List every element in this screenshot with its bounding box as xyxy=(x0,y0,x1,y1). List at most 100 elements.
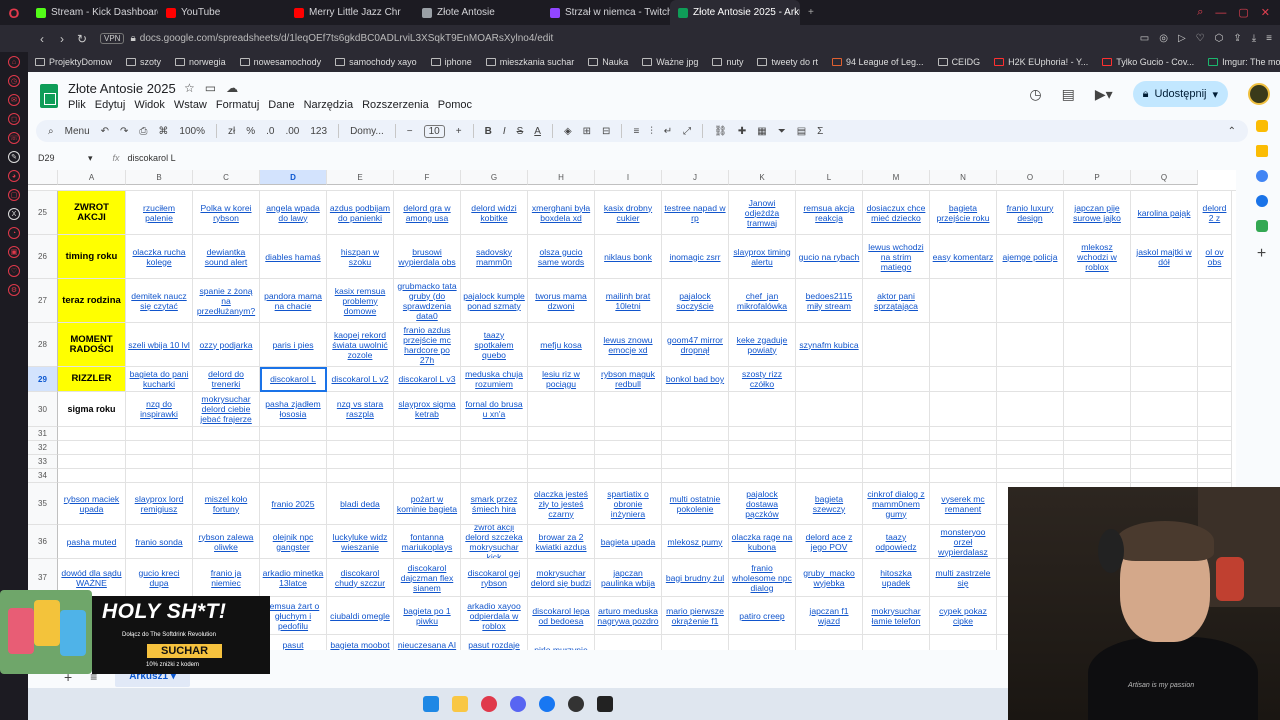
cell-n-28[interactable] xyxy=(930,323,997,367)
cell-c-26[interactable]: dewiantka sound alert xyxy=(193,235,260,279)
column-header-p[interactable]: P xyxy=(1064,170,1131,185)
font-select[interactable]: Domy... xyxy=(350,126,384,137)
play-icon[interactable]: ▷ xyxy=(1178,33,1186,44)
cell-h-33[interactable] xyxy=(528,455,595,469)
document-title[interactable]: Złote Antosie 2025 xyxy=(68,81,176,96)
bookmark-item[interactable]: Nauka xyxy=(581,57,635,67)
cell-j-33[interactable] xyxy=(662,455,729,469)
cell-c-35[interactable]: miszel koło fortuny xyxy=(193,483,260,525)
cell-f-32[interactable] xyxy=(394,441,461,455)
cell-c-34[interactable] xyxy=(193,469,260,483)
column-header-f[interactable]: F xyxy=(394,170,461,185)
cell-i-27[interactable]: mailinh brat 10letni xyxy=(595,279,662,323)
cell-g-34[interactable] xyxy=(461,469,528,483)
menu-wstaw[interactable]: Wstaw xyxy=(174,99,207,111)
cell-m-38[interactable]: mokrysuchar łamie telefon xyxy=(863,597,930,635)
cell-m-31[interactable] xyxy=(863,427,930,441)
notes-icon[interactable] xyxy=(1255,145,1268,157)
row-header-36[interactable]: 36 xyxy=(28,525,58,559)
history-icon[interactable]: ◷ xyxy=(8,75,20,87)
cell-e-34[interactable] xyxy=(327,469,394,483)
bookmark-item[interactable]: nowesamochody xyxy=(233,57,329,67)
cell-c-33[interactable] xyxy=(193,455,260,469)
search-icon[interactable]: ⌕ xyxy=(1197,6,1203,19)
cell-n-25[interactable]: bagieta przejście roku xyxy=(930,191,997,235)
chart-icon[interactable]: ▦ xyxy=(757,126,766,137)
cell-o-25[interactable]: franio luxury design xyxy=(997,191,1064,235)
cell-e-26[interactable]: hiszpan w szoku xyxy=(327,235,394,279)
cell-i-37[interactable]: japczan paulinka wbija xyxy=(595,559,662,597)
discord-icon[interactable]: ◕ xyxy=(8,170,20,182)
cell-n-39[interactable] xyxy=(930,635,997,650)
back-icon[interactable]: ‹ xyxy=(32,32,52,46)
cell-c-29[interactable]: delord do trenerki xyxy=(193,367,260,392)
valign-icon[interactable]: ⫶ xyxy=(650,126,653,137)
cell-a-32[interactable] xyxy=(58,441,126,455)
cell-n-37[interactable]: multi zastrzele się xyxy=(930,559,997,597)
filter-icon[interactable]: ⏷ xyxy=(778,126,786,137)
chevron-down-icon[interactable]: ▾ xyxy=(88,153,93,164)
cell-g-25[interactable]: delord widzi kobitke xyxy=(461,191,528,235)
row-header-29[interactable]: 29 xyxy=(28,367,58,392)
tab-zlote-antosie[interactable]: Złote Antosie xyxy=(414,0,542,25)
cell-h-31[interactable] xyxy=(528,427,595,441)
bookmark-item[interactable]: Imgur: The most a... xyxy=(1201,57,1280,67)
cell-i-32[interactable] xyxy=(595,441,662,455)
cell-m-34[interactable] xyxy=(863,469,930,483)
row-header-33[interactable]: 33 xyxy=(28,455,58,469)
cell-m-32[interactable] xyxy=(863,441,930,455)
cell-a-25[interactable]: ZWROT AKCJI xyxy=(58,191,126,235)
cell-d-25[interactable]: angela wpada do lawy xyxy=(260,191,327,235)
cell-q-26[interactable]: ol ov obs xyxy=(1198,235,1232,279)
cell-n-36[interactable]: monsteryoo orzeł wypierdalasz xyxy=(930,525,997,559)
column-header-o[interactable]: O xyxy=(997,170,1064,185)
text-color-button[interactable]: A xyxy=(534,126,541,137)
add-addon-icon[interactable]: + xyxy=(1257,245,1266,263)
cell-a-34[interactable] xyxy=(58,469,126,483)
cell-d-39[interactable]: pasut ochroniarz xyxy=(260,635,327,650)
menu-pomoc[interactable]: Pomoc xyxy=(438,99,472,111)
cell-g-36[interactable]: zwrot akcji delord szczeka mokrysuchar k… xyxy=(461,525,528,559)
cell-l-33[interactable] xyxy=(796,455,863,469)
cell-q-29[interactable] xyxy=(1198,367,1232,392)
filter-views-icon[interactable]: ▤ xyxy=(797,126,806,137)
cell-m-35[interactable]: cinkrof dialog z mamm0nem gumy xyxy=(863,483,930,525)
cell-f-33[interactable] xyxy=(394,455,461,469)
cell-i-36[interactable]: bagieta upada xyxy=(595,525,662,559)
print-icon[interactable]: ⎙ xyxy=(139,126,147,137)
search-icon[interactable]: ⌕ xyxy=(48,126,54,137)
cell-k-32[interactable] xyxy=(729,441,796,455)
cell-n-32[interactable] xyxy=(930,441,997,455)
cell-p-33[interactable] xyxy=(1064,455,1131,469)
version-history-icon[interactable]: ◷ xyxy=(1029,86,1041,103)
cell-q-33[interactable] xyxy=(1198,455,1232,469)
cell-f-29[interactable]: discokarol L v3 xyxy=(394,367,461,392)
cell-n-26[interactable]: easy komentarz xyxy=(930,235,997,279)
x-icon[interactable]: X xyxy=(8,208,20,220)
cell-b-32[interactable] xyxy=(126,441,193,455)
bookmark-item[interactable]: mieszkania suchar xyxy=(479,57,582,67)
file-explorer-icon[interactable] xyxy=(452,696,468,712)
cell-g-35[interactable]: smark przez śmiech hira xyxy=(461,483,528,525)
bold-button[interactable]: B xyxy=(485,126,492,137)
cell-n-38[interactable]: cypek pokaz cipke xyxy=(930,597,997,635)
cell-i-31[interactable] xyxy=(595,427,662,441)
home-icon[interactable]: ⌂ xyxy=(8,56,20,68)
cell-h-35[interactable]: olaczka jesteś zły to jesteś czarny xyxy=(528,483,595,525)
cell-b-36[interactable]: franio sonda xyxy=(126,525,193,559)
tab-youtube[interactable]: YouTube xyxy=(158,0,286,25)
cell-j-30[interactable] xyxy=(662,392,729,427)
cell-d-36[interactable]: olejnik npc gangster xyxy=(260,525,327,559)
cell-e-29[interactable]: discokarol L v2 xyxy=(327,367,394,392)
cell-b-28[interactable]: szeli wbija 10 lvl xyxy=(126,323,193,367)
cell-b-34[interactable] xyxy=(126,469,193,483)
cell-g-37[interactable]: discokarol gej rybson xyxy=(461,559,528,597)
cell-k-27[interactable]: chef_jan mikrofalówka xyxy=(729,279,796,323)
cell-e-31[interactable] xyxy=(327,427,394,441)
cell-n-34[interactable] xyxy=(930,469,997,483)
row-header-34[interactable]: 34 xyxy=(28,469,58,483)
cell-p-28[interactable] xyxy=(1064,323,1131,367)
column-header-a[interactable]: A xyxy=(58,170,126,185)
cell-h-37[interactable]: mokrysuchar delord się budzi xyxy=(528,559,595,597)
cell-o-27[interactable] xyxy=(997,279,1064,323)
